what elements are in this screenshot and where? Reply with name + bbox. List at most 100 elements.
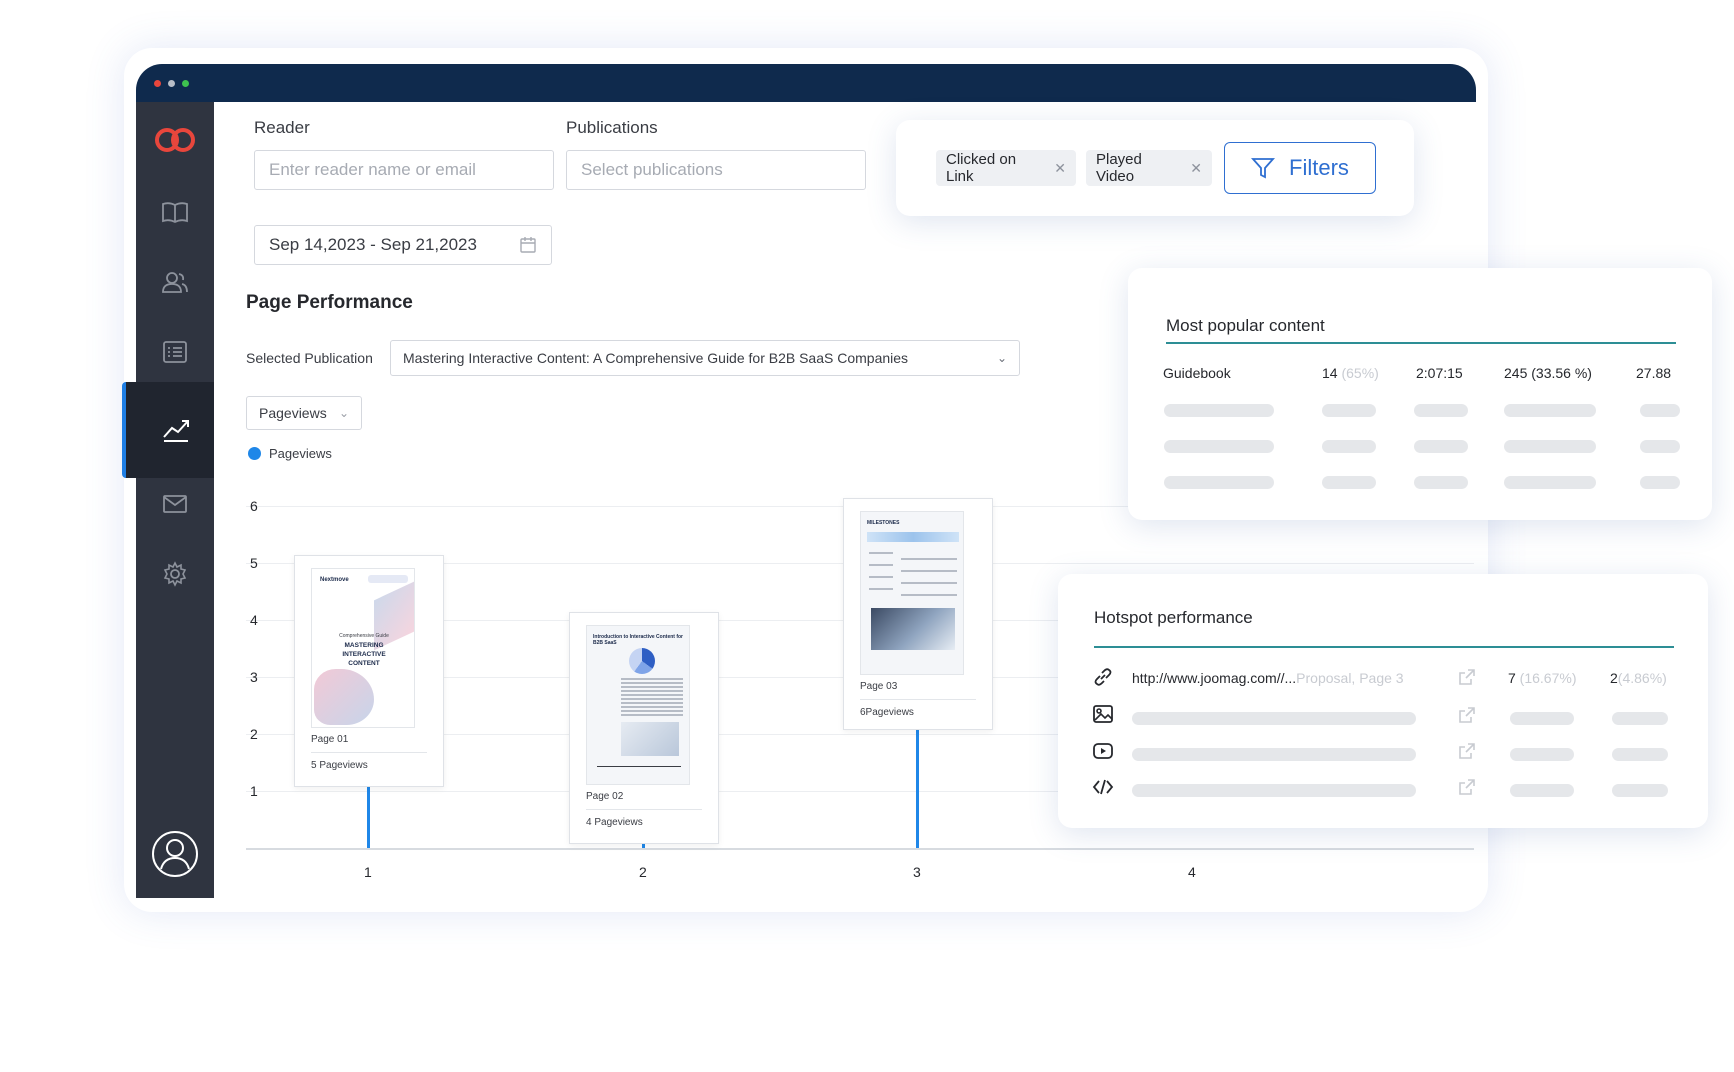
y-tick-label: 6 bbox=[250, 498, 258, 514]
skeleton-bar bbox=[1612, 784, 1668, 797]
page-thumbnail-image: MILESTONES bbox=[860, 511, 964, 675]
y-tick-label: 5 bbox=[250, 555, 258, 571]
hotspot-clicks-value: 7 bbox=[1508, 670, 1516, 686]
hotspot-url-detail: Proposal, Page 3 bbox=[1296, 670, 1404, 686]
thumbnail-text-line bbox=[621, 682, 683, 684]
page-thumbnail-card[interactable]: Introduction to Interactive Content for … bbox=[569, 612, 719, 844]
skeleton-bar bbox=[1612, 748, 1668, 761]
page-label: Page 02 bbox=[586, 791, 624, 802]
skeleton-bar bbox=[1322, 404, 1376, 417]
page-thumbnail-image: Introduction to Interactive Content for … bbox=[586, 625, 690, 785]
user-avatar[interactable] bbox=[136, 824, 214, 884]
popular-name[interactable]: Guidebook bbox=[1163, 365, 1231, 381]
thumbnail-text-line bbox=[869, 552, 893, 554]
publication-select-value: Mastering Interactive Content: A Compreh… bbox=[403, 350, 909, 366]
page-thumbnail-image: Nextmove Comprehensive Guide MASTERING INT… bbox=[311, 568, 415, 728]
thumbnail-text-line bbox=[901, 594, 957, 596]
thumbnail-divider bbox=[586, 809, 702, 810]
sidebar-item-list[interactable] bbox=[136, 322, 214, 382]
card-title-rule bbox=[1094, 646, 1674, 648]
filters-button[interactable]: Filters bbox=[1224, 142, 1376, 194]
reader-input[interactable]: Enter reader name or email bbox=[254, 150, 554, 190]
page-label: Page 01 bbox=[311, 734, 349, 745]
chevron-down-icon: ⌄ bbox=[996, 351, 1007, 365]
popular-count-pct: (65%) bbox=[1341, 365, 1379, 381]
external-link-icon[interactable] bbox=[1458, 668, 1476, 691]
hotspot-url[interactable]: http://www.joomag.com//...Proposal, Page… bbox=[1132, 670, 1404, 686]
thumbnail-divider bbox=[860, 699, 976, 700]
thumbnail-text-line bbox=[621, 710, 683, 712]
filters-button-label: Filters bbox=[1289, 155, 1349, 180]
filter-chip-played-video[interactable]: Played Video ✕ bbox=[1086, 150, 1212, 186]
skeleton-bar bbox=[1510, 712, 1574, 725]
external-link-icon[interactable] bbox=[1458, 706, 1476, 729]
skeleton-bar bbox=[1504, 440, 1596, 453]
thumbnail-shape bbox=[314, 669, 374, 725]
sidebar-item-analytics[interactable] bbox=[122, 382, 226, 478]
selected-publication-label: Selected Publication bbox=[246, 350, 373, 366]
skeleton-bar bbox=[1132, 748, 1416, 761]
code-icon bbox=[1092, 779, 1114, 795]
skeleton-bar bbox=[1322, 476, 1376, 489]
x-tick-label: 3 bbox=[913, 864, 921, 880]
hotspot-other-value: 2 bbox=[1610, 670, 1618, 686]
thumbnail-text-line bbox=[901, 582, 957, 584]
thumbnail-timeline bbox=[867, 532, 959, 542]
sidebar-item-email[interactable] bbox=[136, 474, 214, 534]
skeleton-bar bbox=[1322, 440, 1376, 453]
y-tick-label: 2 bbox=[250, 726, 258, 742]
app-logo[interactable] bbox=[136, 110, 214, 170]
sidebar-item-library[interactable] bbox=[136, 182, 214, 242]
minimize-dot[interactable] bbox=[168, 80, 175, 87]
skeleton-bar bbox=[1612, 712, 1668, 725]
sidebar-item-settings[interactable] bbox=[136, 544, 214, 604]
filter-chip-clicked-link[interactable]: Clicked on Link ✕ bbox=[936, 150, 1076, 186]
close-icon[interactable]: ✕ bbox=[1054, 160, 1066, 177]
skeleton-bar bbox=[1132, 712, 1416, 725]
pageview-count-label: 5 Pageviews bbox=[311, 760, 368, 771]
filter-chip-label: Clicked on Link bbox=[946, 151, 1017, 185]
pageview-count-label: 4 Pageviews bbox=[586, 817, 643, 828]
publications-select[interactable]: Select publications bbox=[566, 150, 866, 190]
thumbnail-title: Introduction to Interactive Content for … bbox=[593, 634, 683, 646]
thumbnail-text-line bbox=[869, 564, 893, 566]
thumbnail-badge bbox=[368, 575, 408, 583]
x-tick-label: 2 bbox=[639, 864, 647, 880]
sidebar bbox=[122, 102, 226, 898]
skeleton-bar bbox=[1504, 404, 1596, 417]
thumbnail-text-line bbox=[621, 706, 683, 708]
chart-legend: Pageviews bbox=[248, 446, 332, 461]
legend-label: Pageviews bbox=[269, 446, 332, 461]
page-label: Page 03 bbox=[860, 681, 898, 692]
external-link-icon[interactable] bbox=[1458, 778, 1476, 801]
pageview-bar bbox=[367, 787, 370, 848]
skeleton-bar bbox=[1640, 440, 1680, 453]
book-icon bbox=[162, 202, 188, 224]
skeleton-bar bbox=[1164, 476, 1274, 489]
maximize-dot[interactable] bbox=[182, 80, 189, 87]
hotspot-url-text: http://www.joomag.com//... bbox=[1132, 670, 1297, 686]
y-tick-label: 4 bbox=[250, 612, 258, 628]
gear-icon bbox=[163, 561, 187, 587]
hotspot-clicks: 7 (16.67%) bbox=[1508, 670, 1577, 686]
popular-score: 27.88 bbox=[1636, 365, 1672, 381]
publications-label: Publications bbox=[566, 118, 658, 137]
thumbnail-text-line bbox=[597, 766, 681, 767]
mail-icon bbox=[163, 495, 187, 513]
sidebar-item-readers[interactable] bbox=[136, 252, 214, 312]
date-range-picker[interactable]: Sep 14,2023 - Sep 21,2023 bbox=[254, 225, 552, 265]
page-thumbnail-card[interactable]: MILESTONES Page 03 6Pageviews bbox=[843, 498, 993, 730]
metric-select[interactable]: Pageviews ⌄ bbox=[246, 396, 362, 430]
page-thumbnail-card[interactable]: Nextmove Comprehensive Guide MASTERING INT… bbox=[294, 555, 444, 787]
y-tick-label: 3 bbox=[250, 669, 258, 685]
external-link-icon[interactable] bbox=[1458, 742, 1476, 765]
close-dot[interactable] bbox=[154, 80, 161, 87]
thumbnail-text-line bbox=[621, 690, 683, 692]
thumbnail-photo bbox=[871, 608, 955, 650]
skeleton-bar bbox=[1504, 476, 1596, 489]
publication-select[interactable]: Mastering Interactive Content: A Compreh… bbox=[390, 340, 1020, 376]
page-performance-title: Page Performance bbox=[246, 292, 413, 313]
thumbnail-text-line bbox=[901, 570, 957, 572]
metric-select-value: Pageviews bbox=[259, 405, 327, 421]
close-icon[interactable]: ✕ bbox=[1190, 160, 1202, 177]
